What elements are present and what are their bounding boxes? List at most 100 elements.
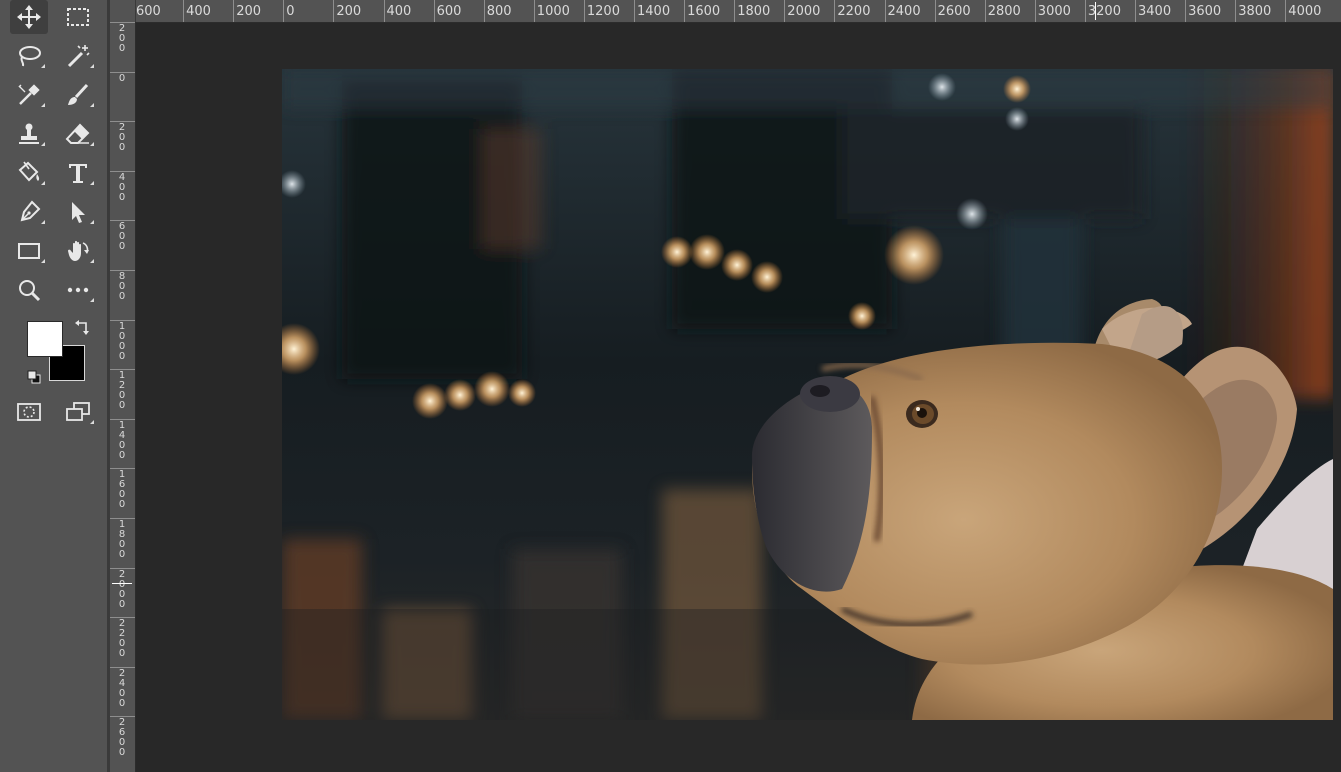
ruler-label: 1600: [118, 469, 126, 511]
pen-icon: [20, 200, 41, 222]
swap-colors-icon[interactable]: [73, 319, 91, 337]
ruler-label: 1400: [118, 419, 126, 461]
tool-group-indicator: [41, 103, 45, 107]
tool-group-indicator: [90, 420, 94, 424]
ruler-tick: [734, 0, 736, 22]
tool-group-indicator: [41, 142, 45, 146]
ruler-label: 400: [186, 4, 211, 19]
ruler-tick: [784, 0, 786, 22]
ruler-label: 1800: [118, 519, 126, 560]
ruler-label: 200: [118, 23, 126, 54]
foreground-color-swatch[interactable]: [27, 321, 63, 357]
lasso-icon: [19, 46, 41, 67]
tool-group-indicator: [90, 259, 94, 263]
hand-rotate-tool[interactable]: [59, 234, 97, 268]
ruler-label: 400: [118, 171, 126, 203]
more-tools-button[interactable]: [59, 273, 97, 307]
horizontal-ruler[interactable]: 600 400 200 0 200 400 600 800 1000 1200 1400 1600 18…: [110, 0, 1341, 23]
lasso-tool[interactable]: [10, 39, 48, 73]
ruler-label: 2200: [118, 618, 126, 660]
ruler-tick: [283, 0, 285, 22]
path-selection-icon: [72, 202, 85, 223]
ruler-tick: [183, 0, 185, 22]
ruler-origin[interactable]: [110, 0, 136, 22]
zoom-icon: [19, 280, 41, 302]
more-icon: [67, 287, 89, 293]
tool-group-indicator: [90, 142, 94, 146]
eyedropper-icon: [18, 84, 40, 105]
ruler-label: 200: [118, 122, 126, 154]
brush-tool[interactable]: [59, 78, 97, 112]
ruler-label: 2000: [118, 568, 126, 610]
tool-group-indicator: [90, 103, 94, 107]
marquee-tool[interactable]: [59, 0, 97, 34]
ruler-tick: [1185, 0, 1187, 22]
ruler-label: 2400: [887, 4, 921, 19]
ruler-tick: [684, 0, 686, 22]
ruler-label: 600: [436, 4, 462, 19]
zoom-tool[interactable]: [10, 273, 48, 307]
ruler-tick: [433, 0, 435, 22]
eyedropper-tool[interactable]: [10, 78, 48, 112]
screen-mode-button[interactable]: [59, 395, 97, 429]
type-tool[interactable]: [59, 156, 97, 190]
ruler-label: 4000: [1288, 4, 1322, 19]
document-image[interactable]: [282, 69, 1333, 720]
ruler-tick: [884, 0, 886, 22]
ruler-label: 0: [118, 72, 126, 84]
screen-mode-icon: [66, 402, 90, 421]
photo-street-dog: [282, 69, 1333, 720]
brush-icon: [68, 83, 89, 105]
ruler-label: 2600: [937, 4, 971, 19]
path-selection-tool[interactable]: [59, 195, 97, 229]
ruler-label: 3600: [1188, 4, 1222, 19]
ruler-label: 200: [336, 4, 362, 19]
ruler-tick: [634, 0, 635, 22]
pen-tool[interactable]: [10, 195, 48, 229]
ruler-tick: [1135, 0, 1136, 22]
ruler-label: 2200: [837, 4, 871, 19]
ruler-label: 2800: [987, 4, 1021, 19]
magic-wand-tool[interactable]: [59, 39, 97, 73]
quick-mask-icon: [17, 403, 41, 421]
rectangle-tool[interactable]: [10, 234, 48, 268]
tool-group-indicator: [90, 181, 94, 185]
ruler-label: 1000: [536, 4, 570, 19]
ruler-tick: [233, 0, 235, 22]
ruler-label: 1200: [118, 370, 126, 412]
default-colors-icon[interactable]: [26, 369, 42, 385]
tool-group-indicator: [90, 220, 94, 224]
ruler-tick: [834, 0, 836, 22]
magic-wand-icon: [67, 45, 90, 68]
ruler-label: 3200: [1087, 4, 1121, 19]
rectangle-icon: [18, 243, 40, 259]
ruler-tick: [984, 0, 986, 22]
ruler-label: 600: [118, 221, 126, 253]
clone-stamp-icon: [19, 123, 39, 144]
ruler-tick: [1235, 0, 1237, 22]
tool-group-indicator: [41, 64, 45, 68]
tool-group-indicator: [41, 220, 45, 224]
ruler-tick: [533, 0, 535, 22]
ruler-tick: [333, 0, 335, 22]
tools-panel: [0, 0, 107, 772]
ruler-label: 3800: [1238, 4, 1272, 19]
tool-group-indicator: [41, 181, 45, 185]
eraser-tool[interactable]: [59, 117, 97, 151]
ruler-tick: [483, 0, 485, 22]
ruler-label: 600: [136, 4, 161, 19]
quick-mask-button[interactable]: [10, 395, 48, 429]
ruler-label: 200: [236, 4, 262, 19]
tool-group-indicator: [90, 64, 94, 68]
vertical-ruler[interactable]: 200 0 200 400 600 800 1000 1200 1400 1600 1800 2000…: [110, 22, 136, 772]
paint-bucket-tool[interactable]: [10, 156, 48, 190]
ruler-label: 3400: [1138, 4, 1172, 19]
ruler-tick: [1084, 0, 1086, 22]
clone-stamp-tool[interactable]: [10, 117, 48, 151]
ruler-label: 1600: [687, 4, 721, 19]
move-tool[interactable]: [10, 0, 48, 34]
ruler-label: 1800: [737, 4, 771, 19]
eraser-icon: [65, 123, 90, 144]
paint-bucket-icon: [18, 161, 40, 182]
ruler-tick: [583, 0, 585, 22]
